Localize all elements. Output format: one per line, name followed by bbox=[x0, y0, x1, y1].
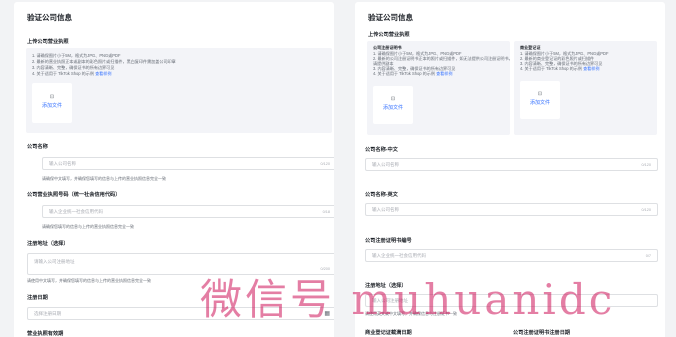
char-counter: 0/7 bbox=[645, 253, 651, 258]
company-name-en-label: 公司名称-英文 bbox=[365, 192, 398, 198]
license-number-input[interactable]: 输入企业统一社会信用代码 0/18 bbox=[42, 205, 334, 218]
requirement-text: 4. 关于适用于 TikTok Shop 的示例 bbox=[520, 66, 582, 71]
char-counter: 0/120 bbox=[641, 162, 651, 167]
br-expiry-label: 商业登记证截满日期 bbox=[365, 330, 412, 336]
requirement-text: 4. 关于适用于 TikTok Shop 的示例 bbox=[32, 71, 94, 76]
company-name-hint: 请确保中文填写，并确保您填写的信息与上传的营业执照信息完全一致 bbox=[42, 176, 166, 181]
add-file-button[interactable]: ⊡ 添加文件 bbox=[373, 86, 413, 124]
view-example-link[interactable]: 查看样例 bbox=[95, 71, 111, 76]
requirement-line: 4. 关于适用于 TikTok Shop 的示例 查看样例 bbox=[520, 66, 599, 72]
view-example-link[interactable]: 查看样例 bbox=[436, 71, 452, 76]
requirement-text: 4. 关于适用于 TikTok Shop 的示例 bbox=[373, 71, 435, 76]
requirement-line: 2. 最新的公司注册证明书正本的照片或扫描件，如无法提供公司注册证明书， bbox=[373, 56, 513, 61]
certificate-number-input[interactable]: 输入企业统一社会信用代码 0/7 bbox=[365, 249, 658, 262]
address-placeholder: 请输入公司注册地址 bbox=[34, 259, 75, 264]
add-file-label: 添加文件 bbox=[41, 103, 62, 109]
company-name-cn-placeholder: 输入公司名称 bbox=[372, 162, 399, 167]
license-number-hint: 请确保您填写的信息与上传的营业执照信息完全一致 bbox=[42, 224, 134, 229]
certificate-number-label: 公司注册证明书编号 bbox=[365, 238, 412, 244]
card-title: 验证公司信息 bbox=[368, 13, 413, 22]
certificate-number-placeholder: 输入企业统一社会信用代码 bbox=[372, 253, 426, 258]
company-name-input[interactable]: 输入公司名称 0/120 bbox=[42, 157, 334, 170]
upload-icon: ⊡ bbox=[390, 96, 396, 102]
upload-icon: ⊡ bbox=[537, 91, 543, 97]
add-file-button[interactable]: ⊡ 添加文件 bbox=[520, 81, 560, 119]
char-counter: 0/120 bbox=[320, 161, 330, 166]
card-title: 验证公司信息 bbox=[27, 13, 72, 22]
upload-section-title: 上传公司营业执照 bbox=[368, 32, 410, 38]
requirement-line: 4. 关于适用于 TikTok Shop 的示例 查看样例 bbox=[32, 71, 111, 77]
upload-icon: ⊡ bbox=[49, 94, 55, 100]
registration-certificate-upload: 公司注册证明书 1. 请确保图片小于5M，格式为JPG、PNG或PDF 2. 最… bbox=[367, 41, 513, 135]
registration-date-placeholder: 选择注册日期 bbox=[34, 311, 61, 316]
address-hint: 请使用中文填写，并确保您填写的信息与上传的营业执照信息完全一致 bbox=[27, 278, 151, 283]
license-validity-label: 营业执照有效期 bbox=[27, 331, 64, 337]
company-name-cn-input[interactable]: 输入公司名称 0/120 bbox=[365, 158, 658, 171]
char-counter: 0/120 bbox=[641, 207, 651, 212]
add-file-label: 添加文件 bbox=[529, 100, 550, 106]
char-counter: 0/18 bbox=[322, 209, 330, 214]
address-label: 注册地址（选择） bbox=[27, 241, 69, 247]
registration-date-label: 注册日期 bbox=[27, 295, 48, 301]
view-example-link[interactable]: 查看样例 bbox=[583, 66, 599, 71]
license-number-label: 公司营业执照号码（统一社会信用代码） bbox=[27, 192, 121, 198]
license-upload-area: 1. 请确保图片小于5M，格式为JPG、PNG或PDF 2. 最新的营业执照正本… bbox=[26, 48, 332, 133]
certificate-date-label: 公司注册证明书注册日期 bbox=[513, 330, 571, 336]
add-file-label: 添加文件 bbox=[382, 105, 403, 111]
requirement-line: 4. 关于适用于 TikTok Shop 的示例 查看样例 bbox=[373, 71, 452, 77]
add-file-button[interactable]: ⊡ 添加文件 bbox=[32, 83, 72, 123]
business-registration-upload: 商业登记证 1. 请确保图片小于5M，格式为JPG、PNG或PDF 2. 最新的… bbox=[514, 41, 657, 135]
company-name-label: 公司名称 bbox=[27, 144, 48, 150]
upload-section-title: 上传公司营业执照 bbox=[27, 39, 69, 45]
company-name-placeholder: 输入公司名称 bbox=[49, 161, 76, 166]
company-name-en-input[interactable]: 输入公司名称 0/120 bbox=[365, 203, 658, 216]
company-name-cn-label: 公司名称-中文 bbox=[365, 147, 398, 153]
watermark-overlay: 微信号 muhuanidc bbox=[200, 275, 616, 324]
company-name-en-placeholder: 输入公司名称 bbox=[372, 207, 399, 212]
license-number-placeholder: 输入企业统一社会信用代码 bbox=[49, 209, 103, 214]
